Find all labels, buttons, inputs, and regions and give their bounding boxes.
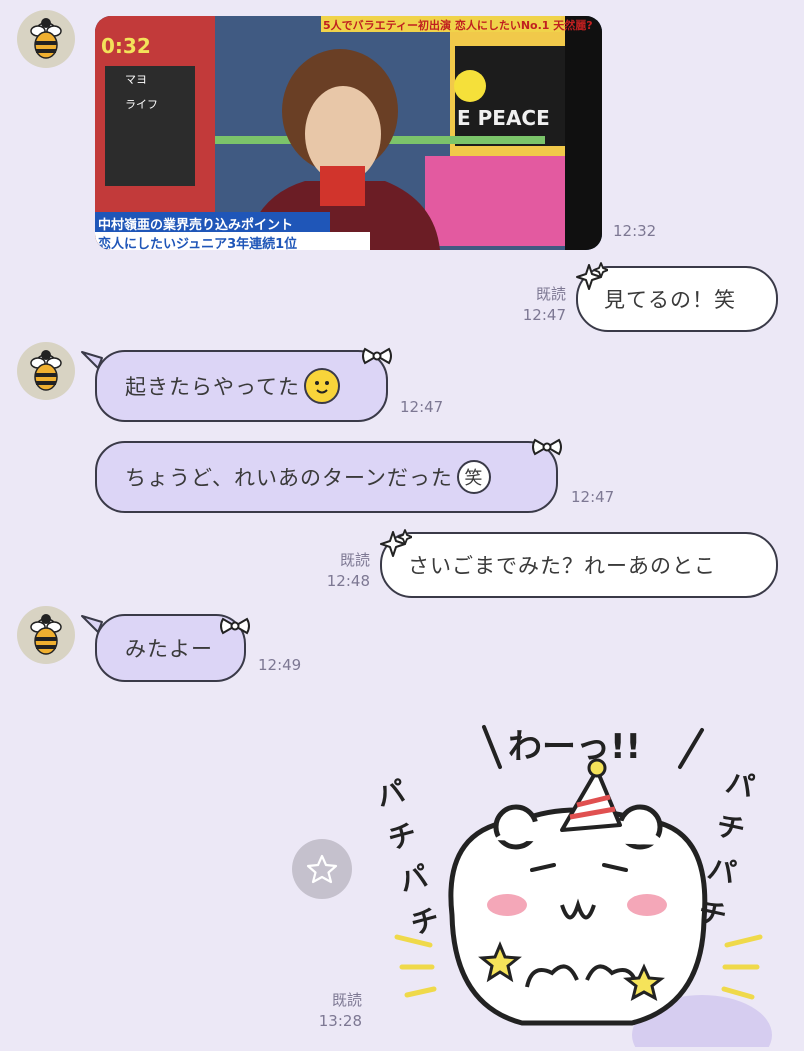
message-text: さいごまでみた？れーあのとこ bbox=[408, 554, 716, 578]
tv-sign: E PEACE bbox=[457, 106, 550, 130]
read-label: 既読 bbox=[535, 285, 566, 303]
message-time: 12:32 bbox=[613, 222, 657, 240]
happy-face-emoji-icon bbox=[303, 368, 340, 404]
tv-top-banner: 5人でバラエティー初出演 恋人にしたいNo.1 天然麗? bbox=[323, 19, 593, 32]
message-time: 13:28 bbox=[318, 1012, 362, 1030]
sparkle-icon bbox=[576, 262, 608, 290]
tv-caption-1: 中村嶺亜の業界売り込みポイント bbox=[98, 218, 294, 233]
incoming-message-bubble[interactable]: 起きたらやってた bbox=[95, 350, 388, 422]
message-text: みたよー bbox=[125, 637, 213, 661]
read-receipt: 既読 13:28 bbox=[300, 990, 362, 1032]
bee-avatar-icon[interactable] bbox=[17, 10, 75, 68]
message-text: 見てるの！笑 bbox=[604, 288, 736, 312]
bow-icon bbox=[220, 618, 250, 634]
bee-avatar-icon[interactable] bbox=[17, 342, 75, 400]
image-message[interactable]: 0:32 5人でバラエティー初出演 恋人にしたいNo.1 天然麗? 中村嶺亜の業… bbox=[95, 16, 602, 250]
outgoing-message-bubble[interactable]: さいごまでみた？れーあのとこ bbox=[380, 532, 778, 598]
read-receipt: 既読 12:47 bbox=[506, 284, 566, 326]
sticker-message[interactable]: わーっ!! パチパチ パチパチ bbox=[373, 705, 782, 1051]
tv-caption-2: 恋人にしたいジュニア3年連続1位 bbox=[98, 237, 298, 250]
message-time: 12:47 bbox=[400, 398, 444, 416]
tv-clock: 0:32 bbox=[101, 34, 151, 58]
favorite-star-button[interactable] bbox=[292, 839, 352, 899]
bow-icon bbox=[532, 439, 562, 455]
message-text: ちょうど、れいあのターンだった bbox=[125, 466, 453, 490]
star-icon bbox=[306, 854, 338, 884]
tv-side-label-2: ライフ bbox=[125, 98, 158, 111]
message-time: 12:48 bbox=[326, 572, 370, 590]
sticker-text-top: わーっ!! bbox=[508, 727, 642, 767]
read-label: 既読 bbox=[331, 991, 362, 1009]
message-time: 12:49 bbox=[258, 656, 302, 674]
read-label: 既読 bbox=[339, 551, 370, 569]
message-time: 12:47 bbox=[522, 306, 566, 324]
incoming-message-bubble[interactable]: ちょうど、れいあのターンだった 笑 bbox=[95, 441, 558, 513]
bee-avatar-icon[interactable] bbox=[17, 606, 75, 664]
message-text: 起きたらやってた bbox=[125, 375, 300, 399]
tv-side-label-1: マヨ bbox=[125, 73, 147, 86]
warai-emoji-icon: 笑 bbox=[456, 460, 491, 494]
read-receipt: 既読 12:48 bbox=[310, 550, 370, 592]
sparkle-icon bbox=[380, 529, 412, 557]
bow-icon bbox=[362, 348, 392, 364]
message-time: 12:47 bbox=[571, 488, 615, 506]
